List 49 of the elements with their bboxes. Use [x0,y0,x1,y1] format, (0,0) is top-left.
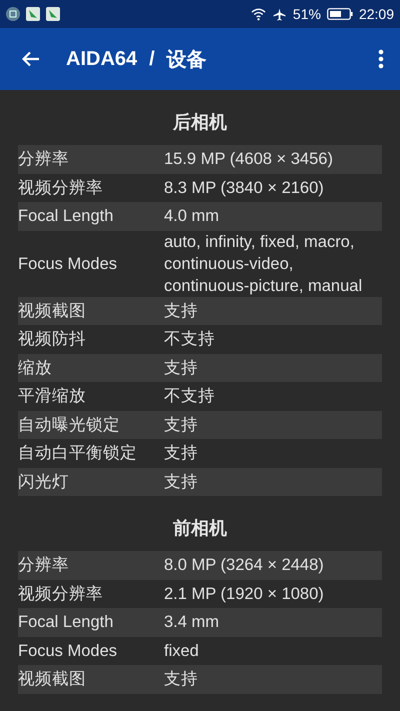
app-title: AIDA64 [66,48,138,70]
notification-icon [6,7,20,21]
property-value: 支持 [164,669,199,690]
notification-icon [46,7,60,21]
property-label: 视频分辨率 [18,584,104,605]
airplane-icon [272,8,287,20]
wifi-icon [250,8,266,20]
notification-icon [26,7,40,21]
battery-icon [326,8,353,20]
property-label: Focus Modes [18,254,118,274]
property-value: 不支持 [164,386,216,408]
property-label: 视频防抖 [18,329,87,350]
back-arrow-icon [22,51,40,67]
property-label: 闪光灯 [18,472,70,493]
property-label: Focal Length [18,612,114,634]
property-label: 自动曝光锁定 [18,414,121,436]
property-label: 自动白平衡锁定 [18,443,138,464]
property-value: 支持 [164,443,199,464]
battery-percent: 51% [292,6,321,22]
more-icon [378,49,384,69]
property-value: 4.0 mm [164,206,220,228]
property-value: auto, infinity, fixed, macro, continuous-video, continuous-picture, manual [164,232,364,296]
property-label: 分辨率 [18,149,70,170]
title-separator: / [149,48,155,70]
property-value: 15.9 MP (4608 × 3456) [164,149,334,170]
property-value: 8.0 MP (3264 × 2448) [164,555,325,576]
property-label: Focus Modes [18,640,118,662]
property-value: 支持 [164,472,199,493]
property-label: Focal Length [18,206,114,228]
clock: 22:09 [358,6,394,22]
property-label: 视频截图 [18,300,87,322]
property-label: 缩放 [18,358,53,379]
more-menu-button[interactable] [376,47,386,71]
section-title: 后相机 [172,111,228,135]
back-button[interactable] [20,49,42,69]
property-value: 支持 [164,300,199,322]
property-label: 平滑缩放 [18,386,87,408]
property-value: 3.4 mm [164,612,220,634]
section-title: 前相机 [172,517,228,541]
page-title: 设备 [166,48,207,72]
property-label: 分辨率 [18,555,70,576]
property-value: 支持 [164,414,199,436]
property-value: 8.3 MP (3840 × 2160) [164,178,325,199]
property-label: 视频截图 [18,669,87,690]
property-value: fixed [164,640,200,662]
property-value: 2.1 MP (1920 × 1080) [164,584,325,605]
property-value: 支持 [164,358,199,379]
property-value: 不支持 [164,329,216,350]
property-label: 视频分辨率 [18,178,104,199]
